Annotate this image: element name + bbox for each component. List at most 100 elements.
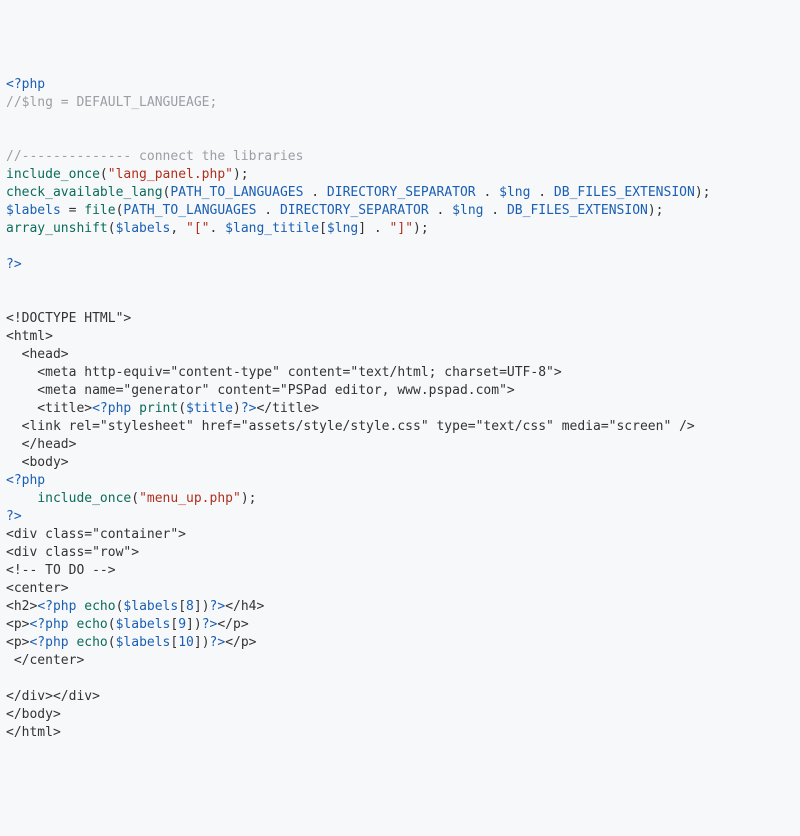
php-close-tag: ?> — [202, 617, 218, 632]
constant: DB_FILES_EXTENSION — [554, 185, 695, 200]
variable: $labels — [6, 203, 61, 218]
paren: ); — [241, 491, 257, 506]
paren: ) — [202, 599, 210, 614]
constant: DB_FILES_EXTENSION — [507, 203, 648, 218]
code-block: <?php //$lng = DEFAULT_LANGUEAGE; //----… — [6, 76, 794, 742]
constant: DIRECTORY_SEPARATOR — [327, 185, 476, 200]
space — [131, 401, 139, 416]
function-call: include_once — [37, 491, 131, 506]
operator-dot: . — [303, 185, 326, 200]
operator-dot: . — [483, 203, 506, 218]
operator-dot: . — [429, 203, 452, 218]
paren: ); — [648, 203, 664, 218]
html-line: <div class="row"> — [6, 545, 139, 560]
operator-dot: . — [476, 185, 499, 200]
paren: ( — [108, 635, 116, 650]
string-literal: "lang_panel.php" — [108, 167, 233, 182]
html-line: <html> — [6, 329, 53, 344]
bracket: ] — [194, 635, 202, 650]
html-line: <h2> — [6, 599, 37, 614]
php-close-tag: ?> — [210, 599, 226, 614]
bracket: [ — [319, 221, 327, 236]
html-line: </p> — [225, 635, 256, 650]
paren: ( — [178, 401, 186, 416]
comma: , — [170, 221, 186, 236]
constant: PATH_TO_LANGUAGES — [123, 203, 256, 218]
bracket: [ — [178, 599, 186, 614]
comment: //-------------- connect the libraries — [6, 149, 303, 164]
function-call: check_available_lang — [6, 185, 163, 200]
php-open-tag: <?php — [37, 599, 76, 614]
paren: ); — [695, 185, 711, 200]
php-open-tag: <?php — [6, 473, 45, 488]
variable: $labels — [116, 221, 171, 236]
constant: DIRECTORY_SEPARATOR — [280, 203, 429, 218]
html-line: <head> — [6, 347, 69, 362]
html-line: </body> — [6, 707, 61, 722]
variable: $title — [186, 401, 233, 416]
bracket: ] — [186, 617, 194, 632]
paren: ); — [233, 167, 249, 182]
function-call: include_once — [6, 167, 100, 182]
php-open-tag: <?php — [29, 635, 68, 650]
html-line: <link rel="stylesheet" href="assets/styl… — [6, 419, 695, 434]
operator-dot: . — [530, 185, 553, 200]
html-line: <p> — [6, 635, 29, 650]
html-line: <meta http-equiv="content-type" content=… — [6, 365, 562, 380]
function-call: echo — [76, 617, 107, 632]
bracket: ] — [194, 599, 202, 614]
variable: $labels — [123, 599, 178, 614]
php-close-tag: ?> — [241, 401, 257, 416]
html-line: </p> — [217, 617, 248, 632]
paren: ( — [108, 617, 116, 632]
variable: $labels — [116, 617, 171, 632]
php-close-tag: ?> — [6, 257, 22, 272]
paren: ) — [202, 635, 210, 650]
operator-dot: . — [210, 221, 226, 236]
function-call: array_unshift — [6, 221, 108, 236]
constant: PATH_TO_LANGUAGES — [170, 185, 303, 200]
html-line: <title> — [6, 401, 92, 416]
function-call: echo — [84, 599, 115, 614]
paren: ) — [233, 401, 241, 416]
number: 10 — [178, 635, 194, 650]
php-close-tag: ?> — [6, 509, 22, 524]
bracket: ] — [358, 221, 366, 236]
string-literal: "]" — [390, 221, 413, 236]
html-line: <meta name="generator" content="PSPad ed… — [6, 383, 515, 398]
function-call: print — [139, 401, 178, 416]
html-line: <p> — [6, 617, 29, 632]
html-line: </h4> — [225, 599, 264, 614]
html-line: <!DOCTYPE HTML"> — [6, 311, 131, 326]
html-line: </head> — [6, 437, 76, 452]
paren: ) — [194, 617, 202, 632]
html-line: </title> — [256, 401, 319, 416]
function-call: echo — [76, 635, 107, 650]
paren: ( — [108, 221, 116, 236]
html-line: <body> — [6, 455, 69, 470]
variable: $labels — [116, 635, 171, 650]
html-line: <div class="container"> — [6, 527, 186, 542]
php-close-tag: ?> — [210, 635, 226, 650]
operator-dot: . — [366, 221, 389, 236]
operator-dot: . — [256, 203, 279, 218]
comment: //$lng = DEFAULT_LANGUEAGE; — [6, 95, 217, 110]
html-line: <center> — [6, 581, 69, 596]
html-line: </center> — [6, 653, 84, 668]
string-literal: "menu_up.php" — [139, 491, 241, 506]
paren: ( — [131, 491, 139, 506]
variable: $lng — [499, 185, 530, 200]
html-line: <!-- TO DO --> — [6, 563, 116, 578]
php-open-tag: <?php — [29, 617, 68, 632]
operator-eq: = — [61, 203, 84, 218]
paren: ( — [100, 167, 108, 182]
number: 9 — [178, 617, 186, 632]
indent — [6, 491, 37, 506]
function-call: file — [84, 203, 115, 218]
php-open-tag: <?php — [92, 401, 131, 416]
string-literal: "[" — [186, 221, 209, 236]
variable: $lang_titile — [225, 221, 319, 236]
variable: $lng — [327, 221, 358, 236]
paren: ); — [413, 221, 429, 236]
php-open-tag: <?php — [6, 77, 45, 92]
